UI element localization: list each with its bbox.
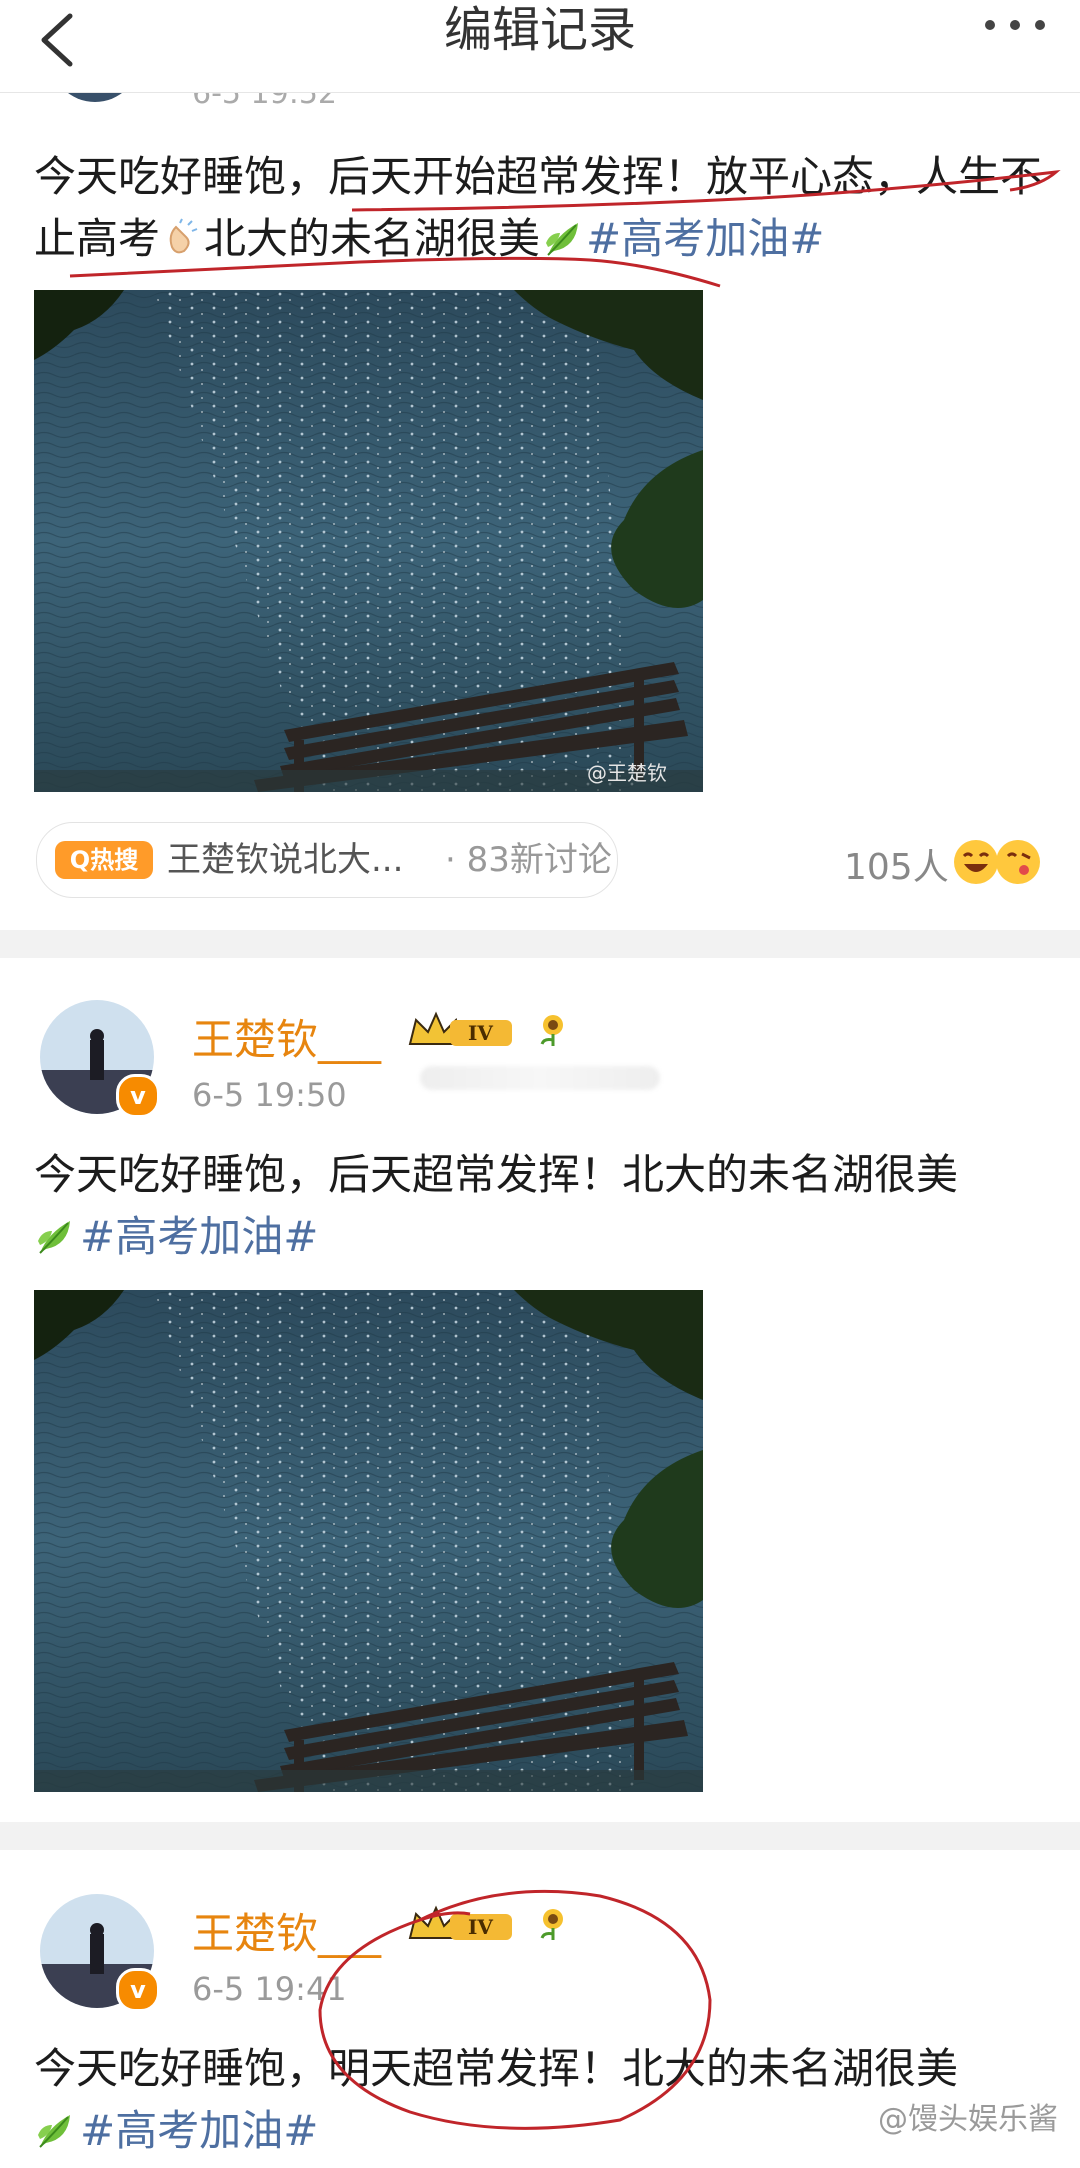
lake-photo (34, 1290, 703, 1792)
section-divider (0, 930, 1080, 958)
reaction-count[interactable]: 105人 (844, 838, 949, 890)
footer-watermark: @馒头娱乐酱 (878, 2102, 1058, 2137)
level-text: IV (468, 1021, 493, 1045)
leaf-emoji-icon (34, 2106, 76, 2148)
top-bar: 编辑记录 (0, 0, 1080, 93)
post-text: 今天吃好睡饱，后天超常发挥！北大的未名湖很美 #高考加油# (34, 1144, 1044, 1268)
section-divider (0, 1822, 1080, 1850)
topic-link[interactable]: #高考加油# (80, 2106, 318, 2155)
topic-link[interactable]: #高考加油# (80, 1212, 318, 1261)
image-watermark: @王楚钦 (587, 761, 667, 785)
kiss-emoji-icon (996, 840, 1040, 884)
avatar[interactable]: v (40, 1894, 160, 2012)
hot-search-count: · 83新讨论 (445, 840, 612, 880)
more-icon[interactable] (980, 14, 1050, 36)
verified-icon: v (116, 1968, 160, 2012)
leaf-emoji-icon (34, 1212, 76, 1254)
annotation-underline (69, 169, 1061, 288)
laugh-emoji-icon (954, 840, 998, 884)
crown-badge-icon: IV (408, 1011, 512, 1046)
hot-search-pill[interactable]: Q热搜 王楚钦说北大... · 83新讨论 (36, 822, 618, 898)
blurred-badge (420, 1066, 660, 1090)
username[interactable]: 王楚钦___ (192, 1006, 381, 1067)
annotation-circle (318, 1889, 712, 2130)
post-time: 6-5 19:50 (192, 1076, 347, 1114)
lake-photo (34, 290, 703, 792)
search-hot-icon: Q热搜 (55, 841, 153, 879)
hot-search-title: 王楚钦说北大... (167, 840, 404, 880)
post-image[interactable]: @王楚钦 (34, 290, 703, 792)
page-title: 编辑记录 (443, 2, 636, 58)
sunflower-icon (540, 1015, 563, 1046)
verified-icon: v (116, 1074, 160, 1118)
post-text-main: 今天吃好睡饱，后天超常发挥！北大的未名湖很美 (34, 1150, 959, 1199)
avatar[interactable]: v (40, 1000, 160, 1118)
post-image[interactable] (34, 1290, 703, 1792)
